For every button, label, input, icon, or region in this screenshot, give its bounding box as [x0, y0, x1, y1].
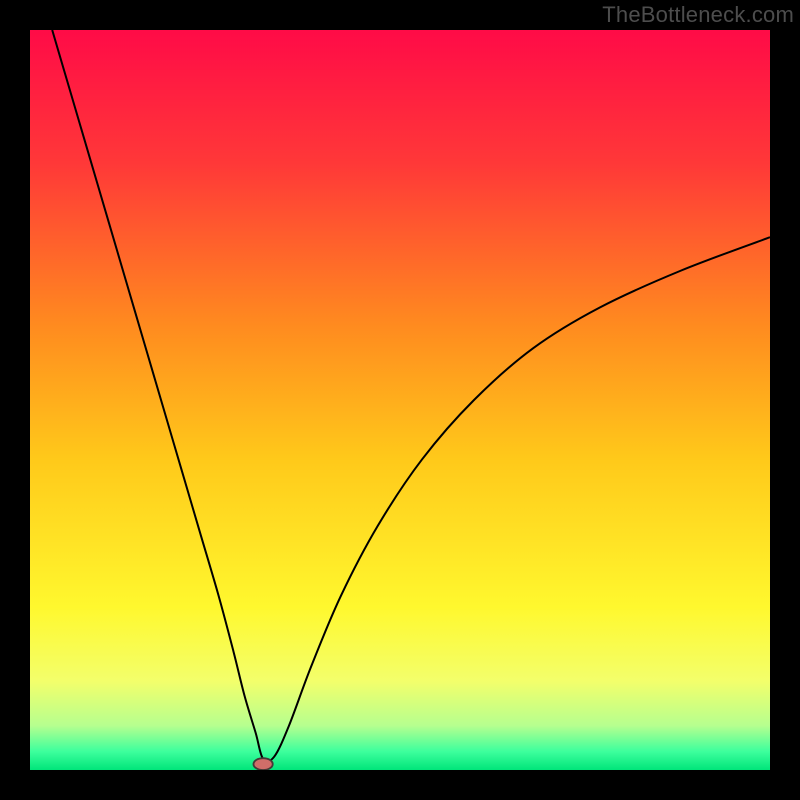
optimum-marker — [253, 758, 272, 770]
plot-area — [30, 30, 770, 770]
chart-frame: TheBottleneck.com — [0, 0, 800, 800]
chart-svg — [30, 30, 770, 770]
watermark-text: TheBottleneck.com — [602, 2, 794, 28]
gradient-background — [30, 30, 770, 770]
